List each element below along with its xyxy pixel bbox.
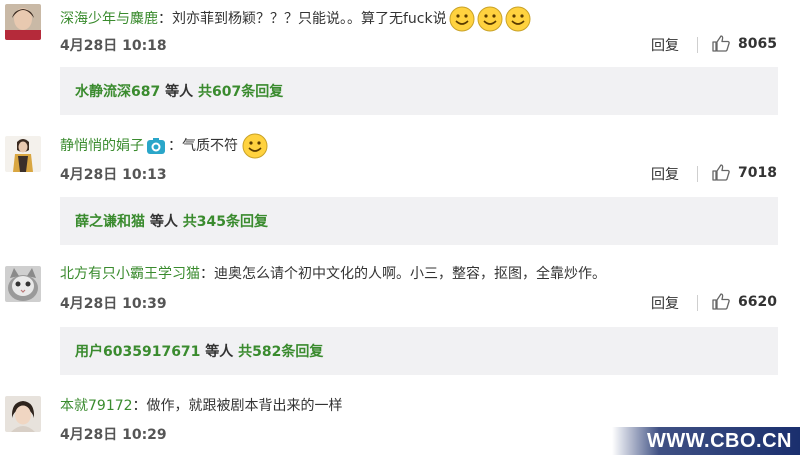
reply-summary[interactable]: 水静流深687 等人 共607条回复: [60, 67, 778, 115]
divider: [697, 37, 698, 53]
smiley-emoji-icon: [242, 133, 268, 159]
comment-username[interactable]: 北方有只小霸王学习猫: [60, 263, 200, 285]
smiley-emoji-icon: [505, 6, 531, 32]
reply-summary[interactable]: 用户6035917671 等人 共582条回复: [60, 327, 778, 375]
avatar[interactable]: [5, 136, 41, 172]
smiley-emoji-icon: [477, 6, 503, 32]
divider: [697, 166, 698, 182]
reply-summary-middle: 等人: [200, 344, 239, 360]
like-button[interactable]: 6620: [712, 293, 777, 310]
reply-summary-users[interactable]: 水静流深687: [75, 84, 160, 100]
reply-button[interactable]: 回复: [651, 164, 679, 184]
divider: [697, 295, 698, 311]
thumbs-up-icon: [712, 35, 730, 52]
avatar[interactable]: [5, 4, 41, 40]
like-count: 8065: [738, 35, 777, 52]
smiley-emoji-icon: [449, 6, 475, 32]
reply-summary-users[interactable]: 薛之谦和猫: [75, 214, 145, 230]
like-count: 7018: [738, 164, 777, 181]
like-button[interactable]: 8065: [712, 35, 777, 52]
colon: ：: [168, 138, 182, 154]
comment-text: 迪奥怎么请个初中文化的人啊。小三，整容，抠图，全靠炒作。: [214, 266, 606, 282]
comment-time: 4月28日 10:13: [60, 167, 167, 183]
comment-username[interactable]: 静悄悄的娟子: [60, 135, 144, 157]
reply-count-link[interactable]: 共345条回复: [183, 214, 268, 230]
comment-username[interactable]: 本就79172: [60, 395, 133, 417]
reply-summary-middle: 等人: [160, 84, 198, 100]
reply-count-link[interactable]: 共607条回复: [198, 84, 283, 100]
reply-summary[interactable]: 薛之谦和猫 等人 共345条回复: [60, 197, 778, 245]
like-count: 6620: [738, 293, 777, 310]
reply-summary-middle: 等人: [145, 214, 183, 230]
comment-text: 做作，就跟被剧本背出来的一样: [146, 398, 343, 414]
camera-badge-icon[interactable]: [146, 137, 166, 155]
reply-summary-users[interactable]: 用户6035917671: [75, 344, 200, 360]
comment-text: 气质不符: [182, 138, 238, 154]
reply-button[interactable]: 回复: [651, 293, 679, 313]
comment-username[interactable]: 深海少年与麋鹿: [60, 8, 158, 30]
comment-time: 4月28日 10:39: [60, 296, 167, 312]
reply-button[interactable]: 回复: [651, 35, 679, 55]
thumbs-up-icon: [712, 293, 730, 310]
colon: ：: [158, 11, 172, 27]
colon: ：: [200, 266, 214, 282]
avatar[interactable]: [5, 266, 41, 302]
comment-text: 刘亦菲到杨颖？？？只能说。。算了无fuck说: [172, 11, 447, 27]
comment-time: 4月28日 10:18: [60, 38, 167, 54]
like-button[interactable]: 7018: [712, 164, 777, 181]
comment-item: 深海少年与麋鹿 ： 刘亦菲到杨颖？？？只能说。。算了无fuck说 4月28日 1…: [0, 0, 800, 115]
colon: ：: [132, 398, 147, 414]
thumbs-up-icon: [712, 164, 730, 181]
avatar[interactable]: [5, 396, 41, 432]
site-watermark: WWW.CBO.CN: [612, 427, 800, 455]
reply-count-link[interactable]: 共582条回复: [238, 344, 323, 360]
comment-time: 4月28日 10:29: [60, 427, 167, 443]
